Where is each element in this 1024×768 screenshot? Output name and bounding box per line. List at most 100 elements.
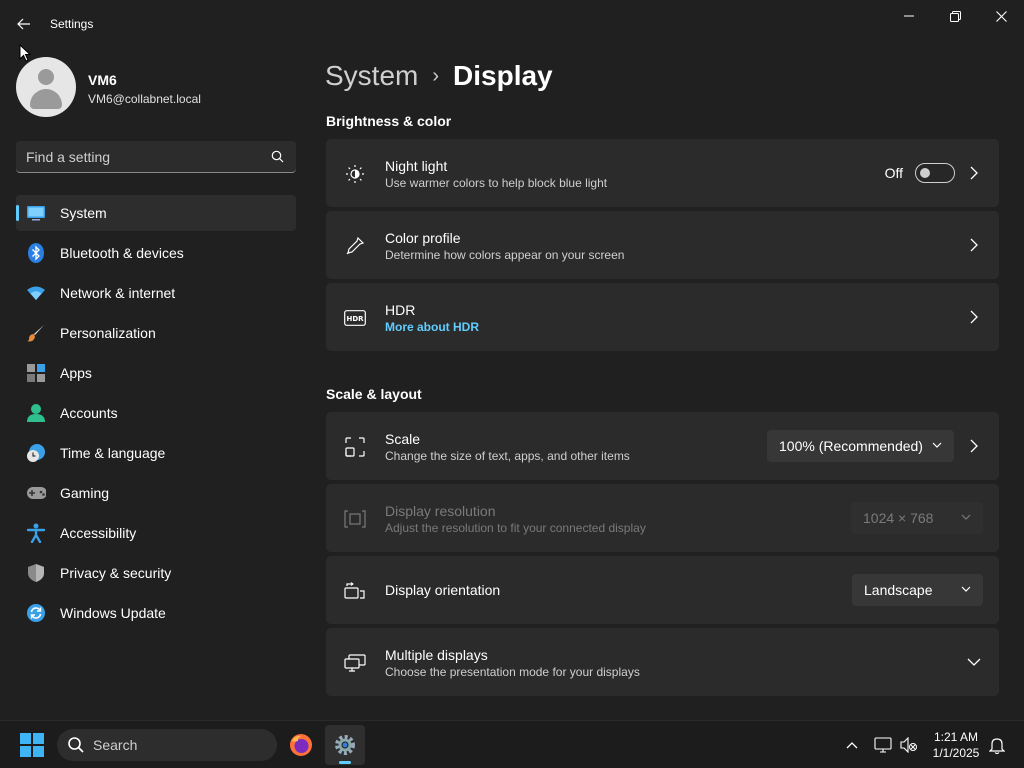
- user-profile[interactable]: VM6 VM6@collabnet.local: [16, 57, 296, 117]
- card-description: Change the size of text, apps, and other…: [385, 449, 630, 463]
- taskbar-settings[interactable]: [325, 725, 365, 765]
- card-description: Determine how colors appear on your scre…: [385, 248, 625, 262]
- card-title: HDR: [385, 302, 416, 318]
- scale-icon: [344, 436, 366, 458]
- title-bar: Settings: [0, 0, 1024, 48]
- sidebar-item-label: Accounts: [60, 405, 118, 421]
- resolution-dropdown: 1024 × 768: [851, 502, 983, 534]
- system-clock[interactable]: 1:21 AM 1/1/2025: [924, 729, 988, 761]
- network-status-button[interactable]: [871, 733, 895, 757]
- minimize-button[interactable]: [886, 0, 932, 32]
- toggle-state-label: Off: [884, 165, 903, 181]
- night-light-card[interactable]: Night light Use warmer colors to help bl…: [326, 139, 999, 207]
- windows-logo-icon: [20, 733, 31, 744]
- gear-icon: [335, 735, 355, 755]
- section-title-brightness: Brightness & color: [326, 113, 452, 129]
- orientation-dropdown[interactable]: Landscape: [852, 574, 983, 606]
- eyedropper-icon: [344, 235, 366, 257]
- resolution-icon: [344, 508, 366, 530]
- chevron-up-icon: [846, 742, 858, 749]
- user-name: VM6: [88, 72, 117, 88]
- apps-icon: [26, 363, 46, 383]
- notifications-button[interactable]: [985, 733, 1009, 757]
- section-title-scale-layout: Scale & layout: [326, 386, 422, 402]
- taskbar: Search 1:21 AM 1/1/2025: [0, 720, 1024, 768]
- card-title: Color profile: [385, 230, 461, 246]
- search-icon[interactable]: [271, 150, 284, 163]
- brightness-icon: [344, 163, 366, 185]
- sidebar-item-time-language[interactable]: Time & language: [16, 435, 296, 471]
- dropdown-value: 1024 × 768: [863, 510, 934, 526]
- card-title: Scale: [385, 431, 421, 447]
- user-email: VM6@collabnet.local: [88, 92, 201, 106]
- sidebar-item-accessibility[interactable]: Accessibility: [16, 515, 296, 551]
- more-about-hdr-link[interactable]: More about HDR: [385, 320, 479, 334]
- display-orientation-card[interactable]: Display orientation Landscape: [326, 556, 999, 624]
- chevron-down-icon: [961, 586, 971, 592]
- find-setting-box: [16, 141, 296, 173]
- back-button[interactable]: [10, 10, 38, 38]
- wifi-icon: [26, 283, 46, 303]
- show-hidden-icons-button[interactable]: [840, 733, 864, 757]
- close-icon: [995, 10, 1007, 22]
- accessibility-icon: [26, 523, 46, 543]
- sidebar-item-network[interactable]: Network & internet: [16, 275, 296, 311]
- chevron-down-icon: [932, 442, 942, 448]
- chevron-down-icon: [967, 654, 981, 670]
- taskbar-search[interactable]: Search: [57, 729, 277, 761]
- card-title: Display resolution: [385, 503, 496, 519]
- scale-card[interactable]: Scale Change the size of text, apps, and…: [326, 412, 999, 480]
- sidebar-item-gaming[interactable]: Gaming: [16, 475, 296, 511]
- sidebar-item-system[interactable]: System: [16, 195, 296, 231]
- sidebar-item-bluetooth[interactable]: Bluetooth & devices: [16, 235, 296, 271]
- sidebar-nav: System Bluetooth & devices Network & int…: [16, 195, 296, 635]
- sidebar-item-privacy[interactable]: Privacy & security: [16, 555, 296, 591]
- card-description: Use warmer colors to help block blue lig…: [385, 176, 608, 190]
- breadcrumb-parent[interactable]: System: [325, 60, 418, 92]
- restore-icon: [949, 10, 961, 22]
- globe-clock-icon: [26, 443, 46, 463]
- bell-icon: [989, 738, 1005, 754]
- ethernet-icon: [874, 737, 892, 753]
- app-title: Settings: [50, 17, 94, 31]
- card-title: Multiple displays: [385, 647, 488, 663]
- sidebar-item-windows-update[interactable]: Windows Update: [16, 595, 296, 631]
- sidebar-item-label: Windows Update: [60, 605, 166, 621]
- volume-button[interactable]: [897, 733, 921, 757]
- night-light-toggle[interactable]: [915, 163, 955, 183]
- sidebar-item-label: Network & internet: [60, 285, 176, 301]
- display-resolution-card: Display resolution Adjust the resolution…: [326, 484, 999, 552]
- hdr-card[interactable]: HDR HDR More about HDR: [326, 283, 999, 351]
- brush-icon: [26, 323, 46, 343]
- sidebar-item-label: System: [60, 205, 107, 221]
- shield-icon: [26, 563, 46, 583]
- multiple-displays-card[interactable]: Multiple displays Choose the presentatio…: [326, 628, 999, 696]
- chevron-right-icon: [967, 237, 981, 253]
- mouse-pointer-icon: [19, 44, 31, 62]
- chevron-right-icon: [967, 438, 981, 454]
- chevron-right-icon: [967, 309, 981, 325]
- close-button[interactable]: [978, 0, 1024, 32]
- find-setting-input[interactable]: [26, 141, 266, 172]
- sidebar-item-label: Gaming: [60, 485, 110, 501]
- chevron-down-icon: [961, 514, 971, 520]
- multiple-displays-icon: [344, 652, 366, 674]
- sidebar-item-label: Personalization: [60, 325, 156, 341]
- dropdown-value: Landscape: [864, 582, 933, 598]
- taskbar-search-label: Search: [93, 737, 138, 753]
- taskbar-firefox[interactable]: [281, 725, 321, 765]
- start-button[interactable]: [20, 733, 44, 757]
- search-icon: [68, 737, 84, 753]
- sidebar-item-personalization[interactable]: Personalization: [16, 315, 296, 351]
- sidebar-item-apps[interactable]: Apps: [16, 355, 296, 391]
- speaker-muted-icon: [900, 737, 917, 753]
- color-profile-card[interactable]: Color profile Determine how colors appea…: [326, 211, 999, 279]
- page-title: Display: [453, 60, 553, 91]
- card-title: Display orientation: [385, 582, 501, 598]
- scale-dropdown[interactable]: 100% (Recommended): [767, 430, 954, 462]
- sidebar-item-label: Bluetooth & devices: [60, 245, 184, 261]
- sidebar-item-accounts[interactable]: Accounts: [16, 395, 296, 431]
- hdr-icon: HDR: [344, 307, 366, 329]
- person-icon: [26, 403, 46, 423]
- restore-button[interactable]: [932, 0, 978, 32]
